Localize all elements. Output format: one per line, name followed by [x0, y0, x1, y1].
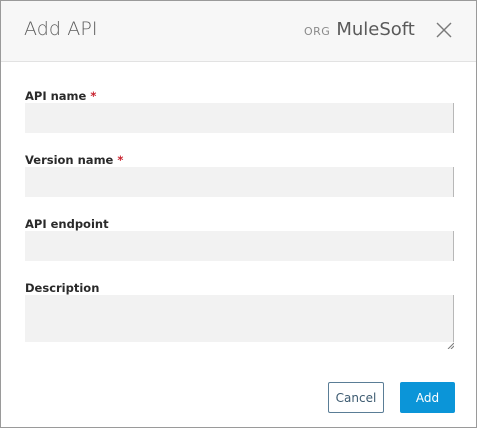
api-endpoint-label: API endpoint: [25, 217, 109, 231]
close-icon[interactable]: [435, 21, 453, 39]
api-name-input[interactable]: [25, 103, 454, 133]
api-name-label-text: API name: [25, 89, 87, 103]
org-name: MuleSoft: [336, 19, 415, 40]
add-api-dialog: Add API ORG MuleSoft API name * Version …: [0, 0, 477, 428]
required-marker: *: [117, 153, 124, 167]
add-button[interactable]: Add: [400, 382, 455, 413]
description-label-text: Description: [25, 281, 100, 295]
required-marker: *: [90, 89, 97, 103]
version-name-input[interactable]: [25, 167, 454, 197]
dialog-title: Add API: [24, 18, 98, 40]
description-label: Description: [25, 281, 99, 295]
cancel-button[interactable]: Cancel: [328, 382, 384, 413]
resize-handle-icon[interactable]: [447, 334, 455, 350]
org-label: ORG: [304, 25, 331, 38]
api-endpoint-label-text: API endpoint: [25, 217, 109, 231]
description-textarea[interactable]: [25, 295, 454, 342]
api-name-label: API name *: [25, 89, 96, 103]
version-name-label: Version name *: [25, 153, 123, 167]
dialog-header: Add API ORG MuleSoft: [1, 1, 476, 62]
api-endpoint-input[interactable]: [25, 231, 454, 261]
version-name-label-text: Version name: [25, 153, 114, 167]
org-indicator: ORG MuleSoft: [304, 19, 415, 43]
